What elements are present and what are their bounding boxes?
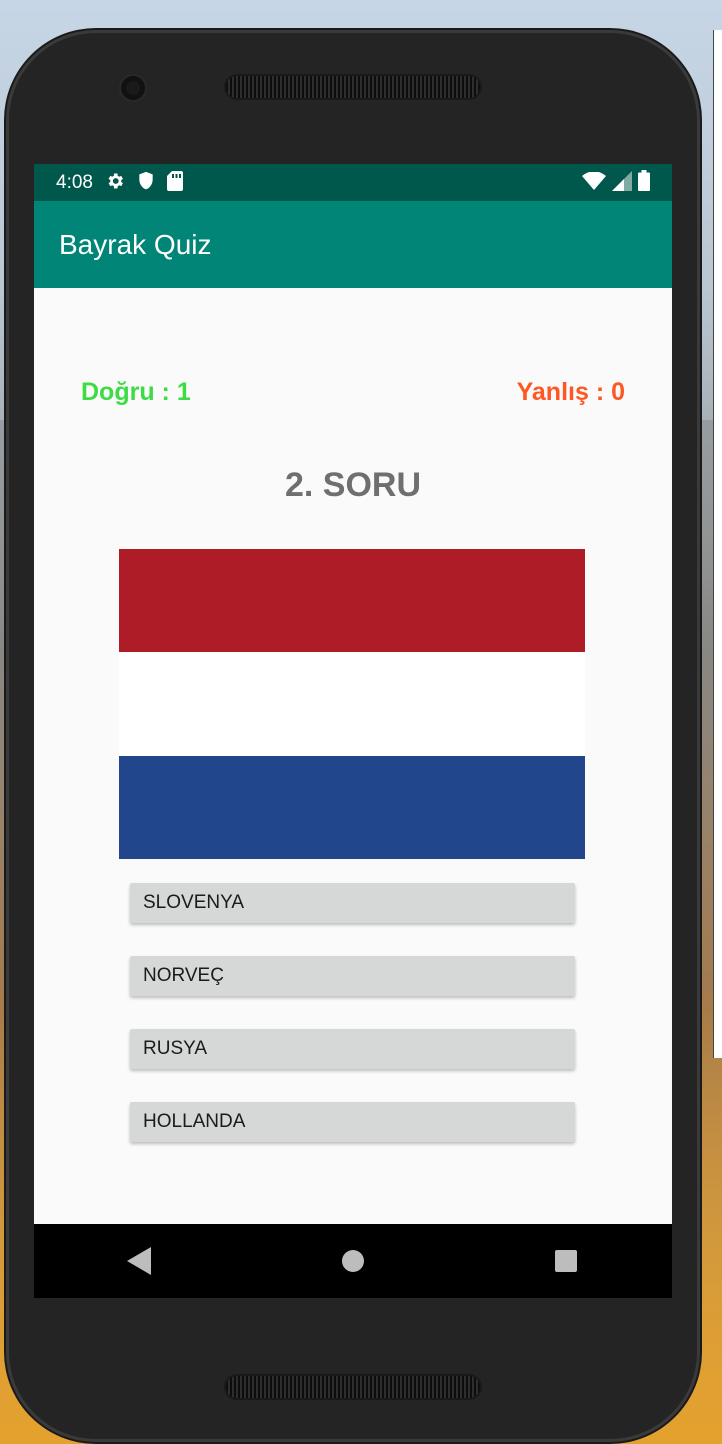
back-icon [127,1247,152,1275]
app-bar: Bayrak Quiz [34,201,672,288]
status-icons-left [105,170,183,195]
flag-band-2 [119,652,585,756]
status-time: 4:08 [56,171,93,193]
gear-icon [105,171,125,195]
battery-icon [638,170,650,195]
status-bar: 4:08 [34,164,672,201]
navigation-bar [34,1224,672,1298]
answer-button-3[interactable]: RUSYA [130,1029,575,1069]
flag-image [119,549,585,860]
home-button[interactable] [323,1231,383,1291]
status-icons-right [582,170,650,195]
flag-band-1 [119,549,585,653]
shield-icon [137,171,155,195]
recents-button[interactable] [536,1231,596,1291]
background-window-edge [713,30,722,1058]
answer-list: SLOVENYA NORVEÇ RUSYA HOLLANDA [130,883,575,1175]
sd-card-icon [166,170,183,195]
app-title: Bayrak Quiz [59,228,212,260]
answer-button-4[interactable]: HOLLANDA [130,1102,575,1142]
cell-signal-icon [612,170,632,195]
home-icon [341,1250,364,1272]
top-speaker [226,76,480,98]
correct-count: Doğru : 1 [81,378,191,406]
answer-button-1[interactable]: SLOVENYA [130,883,575,923]
score-row: Doğru : 1 Yanlış : 0 [34,378,672,414]
recents-icon [554,1250,577,1272]
answer-button-2[interactable]: NORVEÇ [130,956,575,996]
bottom-speaker [226,1376,480,1398]
phone-screen: 4:08 Bayrak Quiz Doğru: 1 Yanlış: 0 2.… [34,164,672,1298]
front-camera [121,76,145,100]
question-number: 2. SORU [284,466,422,504]
flag-band-3 [119,755,585,860]
wrong-count: Yanlış : 0 [516,378,625,406]
back-button[interactable] [110,1231,170,1291]
wifi-icon [582,170,606,194]
phone-frame: 4:08 Bayrak Quiz Doğru: 1 Yanlış: 0 2.… [6,30,700,1442]
